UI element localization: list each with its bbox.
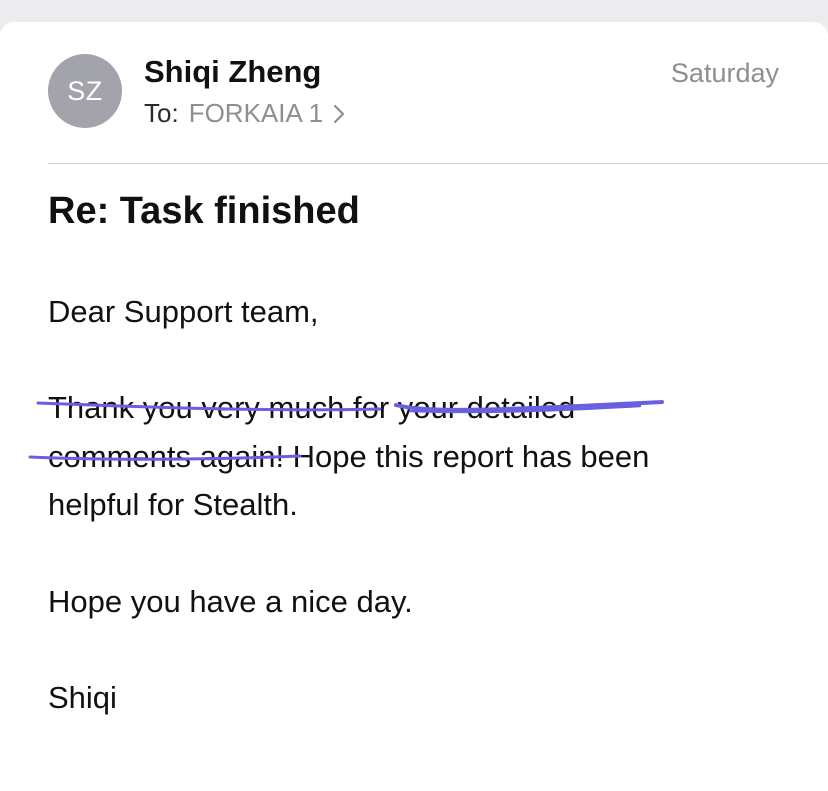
sender-name[interactable]: Shiqi Zheng xyxy=(144,54,321,90)
message-date: Saturday xyxy=(670,58,779,88)
avatar-initials: SZ xyxy=(67,75,103,106)
subject-line: Re: Task finished xyxy=(48,190,360,232)
body-line-1: Thank you very much for your detailed xyxy=(48,390,576,425)
avatar[interactable]: SZ xyxy=(48,54,122,128)
recipient-name[interactable]: FORKAIA 1 xyxy=(189,98,323,129)
body-line-3: helpful for Stealth. xyxy=(48,487,298,522)
header-divider xyxy=(48,163,828,164)
to-label: To: xyxy=(144,98,179,128)
body-line-2: comments again! Hope this report has bee… xyxy=(48,439,650,474)
recipient-row[interactable]: To: FORKAIA 1 xyxy=(144,98,345,129)
closing-line: Hope you have a nice day. xyxy=(48,584,413,619)
signature-line: Shiqi xyxy=(48,680,117,715)
greeting-line: Dear Support team, xyxy=(48,294,319,329)
email-view: SZ Shiqi Zheng To: FORKAIA 1 Saturday Re… xyxy=(0,22,828,791)
chevron-right-icon[interactable] xyxy=(333,104,345,124)
